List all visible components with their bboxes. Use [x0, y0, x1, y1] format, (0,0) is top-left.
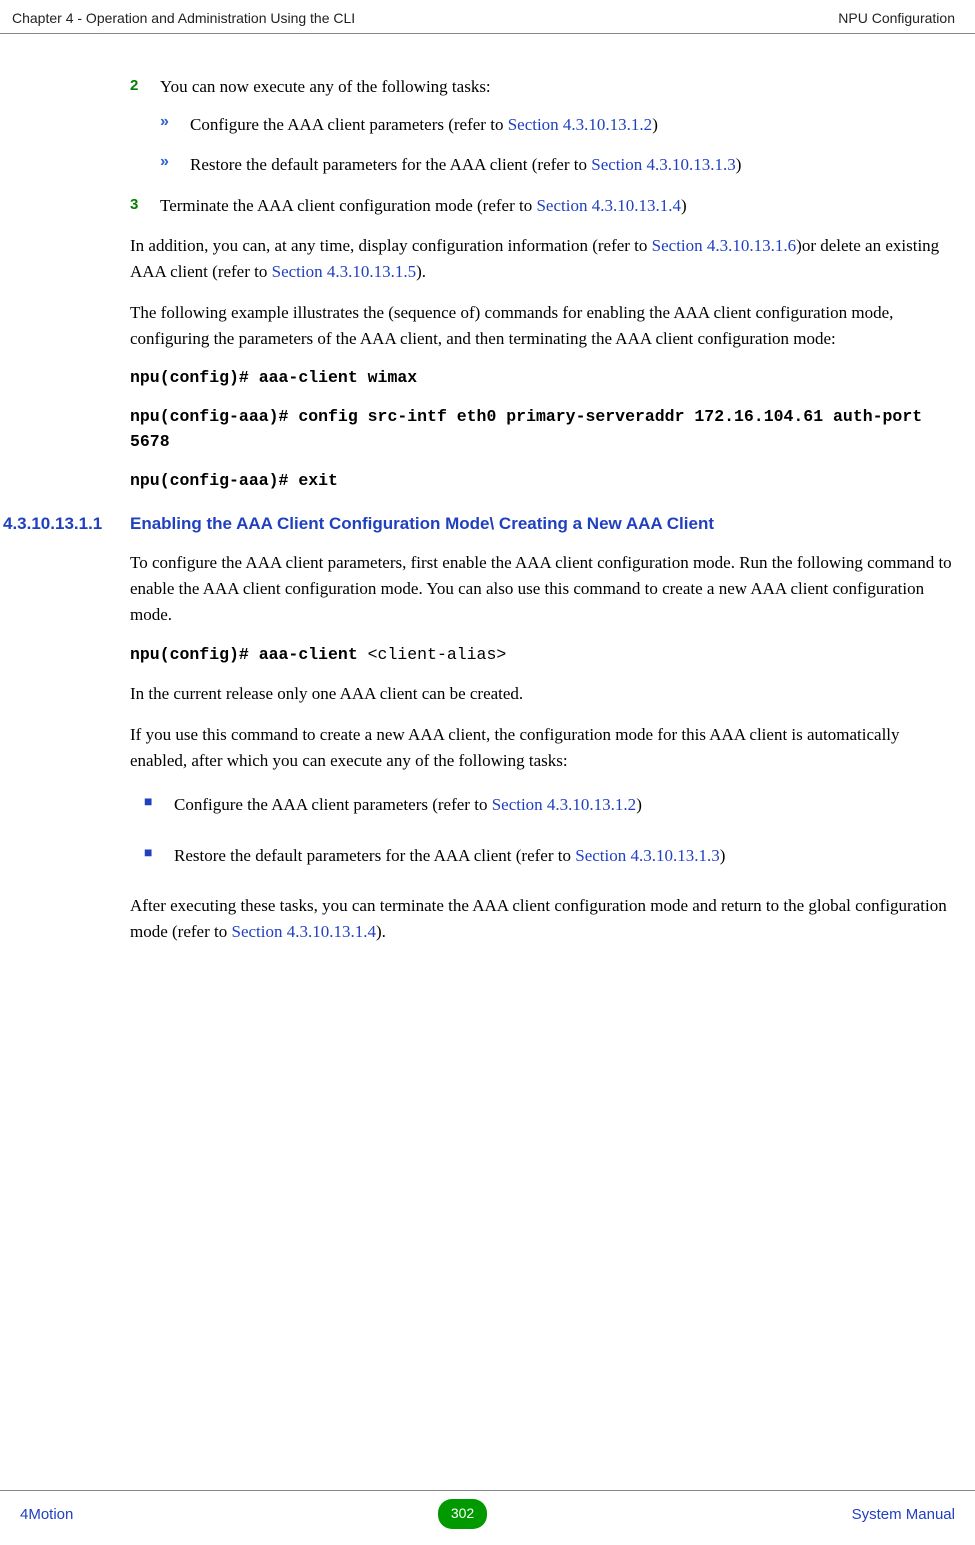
- sub-text: Configure the AAA client parameters (ref…: [190, 112, 953, 138]
- step-number: 3: [130, 193, 160, 219]
- text-run: Terminate the AAA client configuration m…: [160, 196, 536, 215]
- list-item: ■ Restore the default parameters for the…: [144, 843, 953, 869]
- square-bullet-icon: ■: [144, 843, 174, 869]
- section-link[interactable]: Section 4.3.10.13.1.2: [492, 795, 637, 814]
- text-run: Configure the AAA client parameters (ref…: [190, 115, 508, 134]
- section-link[interactable]: Section 4.3.10.13.1.5: [272, 262, 417, 281]
- text-run: ).: [376, 922, 386, 941]
- paragraph: In addition, you can, at any time, displ…: [130, 233, 953, 286]
- heading-number: 4.3.10.13.1.1: [3, 513, 130, 535]
- square-bullet-icon: ■: [144, 792, 174, 818]
- step-2: 2 You can now execute any of the followi…: [130, 74, 953, 100]
- sub-item: » Configure the AAA client parameters (r…: [160, 112, 953, 138]
- text-run: In addition, you can, at any time, displ…: [130, 236, 652, 255]
- list-text: Restore the default parameters for the A…: [174, 843, 953, 869]
- code-block: npu(config-aaa)# exit: [130, 469, 953, 494]
- step-3: 3 Terminate the AAA client configuration…: [130, 193, 953, 219]
- list-text: Configure the AAA client parameters (ref…: [174, 792, 953, 818]
- paragraph: In the current release only one AAA clie…: [130, 681, 953, 707]
- text-run: ): [636, 795, 642, 814]
- running-header: Chapter 4 - Operation and Administration…: [0, 8, 975, 34]
- section-heading: 4.3.10.13.1.1 Enabling the AAA Client Co…: [3, 513, 953, 535]
- code-cmd: npu(config)# aaa-client: [130, 645, 368, 664]
- text-run: Restore the default parameters for the A…: [190, 155, 591, 174]
- paragraph: To configure the AAA client parameters, …: [130, 550, 953, 629]
- section-link[interactable]: Section 4.3.10.13.1.4: [536, 196, 681, 215]
- section-link[interactable]: Section 4.3.10.13.1.3: [575, 846, 720, 865]
- paragraph: After executing these tasks, you can ter…: [130, 893, 953, 946]
- paragraph: The following example illustrates the (s…: [130, 300, 953, 353]
- text-run: Restore the default parameters for the A…: [174, 846, 575, 865]
- text-run: ): [652, 115, 658, 134]
- section-link[interactable]: Section 4.3.10.13.1.2: [508, 115, 653, 134]
- footer-right: System Manual: [852, 1503, 955, 1526]
- section-link[interactable]: Section 4.3.10.13.1.6: [652, 236, 797, 255]
- header-right: NPU Configuration: [838, 8, 955, 30]
- step-text: You can now execute any of the following…: [160, 74, 953, 100]
- chevron-icon: »: [160, 112, 190, 138]
- header-left: Chapter 4 - Operation and Administration…: [12, 8, 355, 30]
- paragraph: If you use this command to create a new …: [130, 722, 953, 775]
- sub-item: » Restore the default parameters for the…: [160, 152, 953, 178]
- footer-left: 4Motion: [20, 1503, 73, 1526]
- chevron-icon: »: [160, 152, 190, 178]
- list-item: ■ Configure the AAA client parameters (r…: [144, 792, 953, 818]
- text-run: ): [736, 155, 742, 174]
- section-link[interactable]: Section 4.3.10.13.1.4: [231, 922, 376, 941]
- step-text: Terminate the AAA client configuration m…: [160, 193, 953, 219]
- code-block: npu(config-aaa)# config src-intf eth0 pr…: [130, 405, 953, 455]
- running-footer: 4Motion 302 System Manual: [0, 1490, 975, 1529]
- page: Chapter 4 - Operation and Administration…: [0, 0, 975, 1545]
- text-run: ): [720, 846, 726, 865]
- code-block: npu(config)# aaa-client wimax: [130, 366, 953, 391]
- body-content: 2 You can now execute any of the followi…: [0, 34, 975, 946]
- text-run: ).: [416, 262, 426, 281]
- code-arg: <client-alias>: [368, 645, 507, 664]
- code-block: npu(config)# aaa-client <client-alias>: [130, 643, 953, 668]
- step-number: 2: [130, 74, 160, 100]
- section-link[interactable]: Section 4.3.10.13.1.3: [591, 155, 736, 174]
- sub-text: Restore the default parameters for the A…: [190, 152, 953, 178]
- heading-title: Enabling the AAA Client Configuration Mo…: [130, 513, 953, 535]
- page-number-badge: 302: [438, 1499, 487, 1529]
- text-run: Configure the AAA client parameters (ref…: [174, 795, 492, 814]
- text-run: ): [681, 196, 687, 215]
